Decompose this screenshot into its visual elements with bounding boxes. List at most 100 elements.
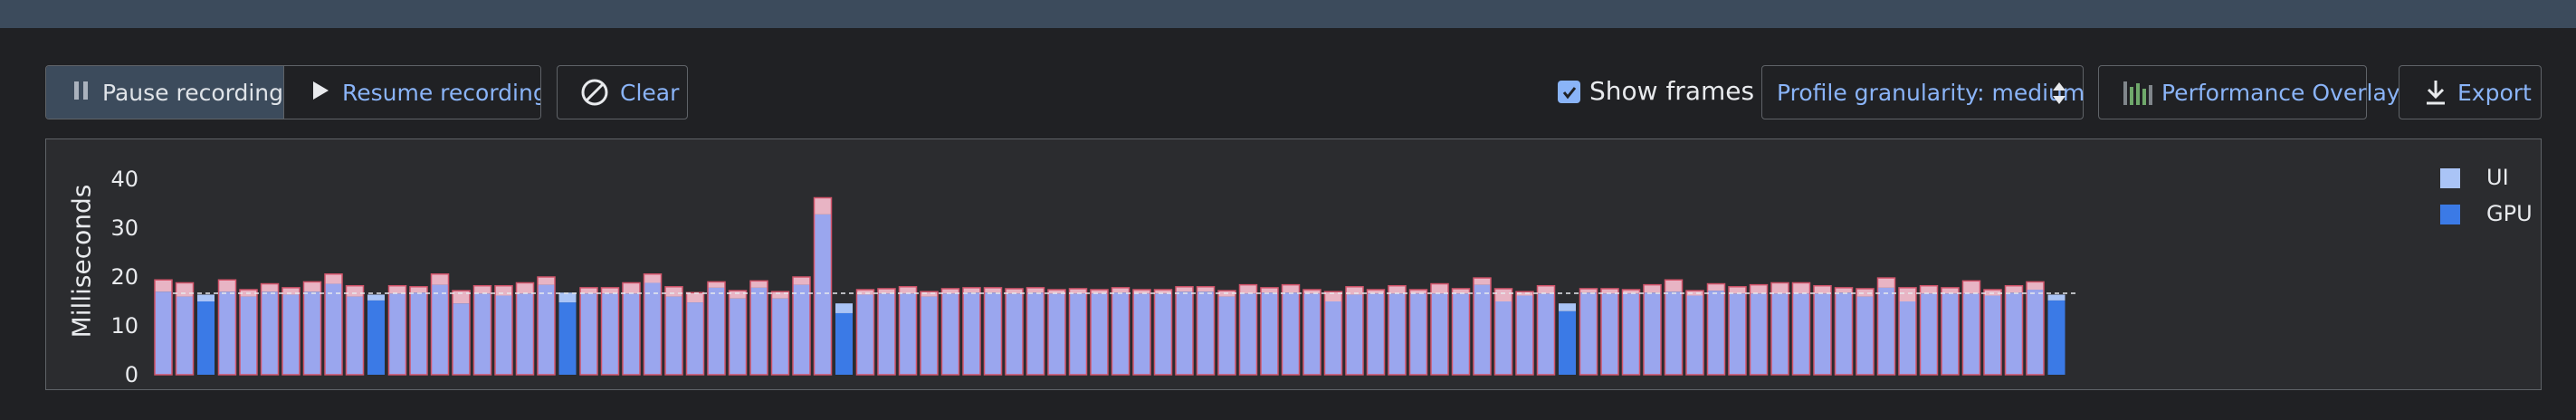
frame-bar[interactable] [260,282,280,376]
frame-bar[interactable] [685,291,705,376]
frame-bar[interactable] [1876,277,1896,376]
frame-bar[interactable] [387,284,407,376]
frame-bar[interactable] [855,289,875,376]
frame-bar[interactable] [367,294,385,375]
frame-bar[interactable] [1430,282,1449,376]
frame-bar[interactable] [2047,294,2066,375]
frame-bar[interactable] [558,292,577,375]
frame-bar[interactable] [770,291,790,376]
frame-bar[interactable] [302,281,322,376]
frame-bar[interactable] [2004,284,2024,376]
frame-bar[interactable] [197,294,215,375]
frame-bar[interactable] [1770,282,1789,376]
frame-bar[interactable] [217,279,237,376]
frame-bar[interactable] [1068,288,1088,376]
frame-bar[interactable] [600,287,620,376]
frame-bar[interactable] [1515,291,1534,376]
performance-overlay-button[interactable]: Performance Overlay [2098,65,2400,119]
frame-bar[interactable] [281,287,301,376]
frame-bar[interactable] [1260,287,1279,376]
frame-bar[interactable] [1749,283,1769,376]
frame-bar[interactable] [1961,280,1981,376]
frame-bar[interactable] [430,273,450,376]
frame-bar[interactable] [1366,289,1386,376]
frame-bar[interactable] [898,286,918,376]
frame-bar[interactable] [877,288,896,376]
resume-recording-button[interactable]: Resume recording [284,66,540,119]
frame-bar[interactable] [1408,289,1428,376]
frame-bar[interactable] [749,280,768,376]
frame-bar[interactable] [622,282,641,376]
frame-bar[interactable] [1493,288,1513,376]
frame-bar[interactable] [537,276,556,376]
frame-bar[interactable] [239,289,258,376]
frame-bar[interactable] [1473,277,1492,376]
frame-bar[interactable] [1238,283,1258,376]
frame-bar[interactable] [1600,288,1619,376]
frame-bar[interactable] [664,286,683,376]
frame-bar[interactable] [940,288,960,376]
frame-bar[interactable] [728,290,748,376]
export-button[interactable]: Export [2399,65,2542,119]
frame-bar[interactable] [643,273,663,376]
frame-bar[interactable] [920,291,939,376]
frame-bar[interactable] [1813,284,1832,376]
frame-bar[interactable] [1026,287,1045,376]
profile-granularity-select[interactable]: Profile granularity: medium [1761,65,2085,119]
frame-bar[interactable] [175,282,195,376]
frame-bar[interactable] [1728,286,1747,376]
frame-bar[interactable] [1047,289,1066,376]
frame-bar[interactable] [813,196,833,376]
frame-bar[interactable] [1388,284,1407,376]
frame-bar[interactable] [1217,290,1236,376]
frame-gpu-segment [197,301,215,375]
frame-bar[interactable] [1111,287,1131,376]
frame-bar[interactable] [835,303,853,375]
frame-bar[interactable] [324,273,343,376]
frame-bar[interactable] [579,287,598,376]
frame-bar[interactable] [1579,288,1598,376]
frame-bar[interactable] [472,284,492,376]
frame-bar[interactable] [792,276,811,376]
frame-bar[interactable] [515,282,535,376]
frame-bar[interactable] [1281,283,1301,376]
frame-bar[interactable] [1791,282,1811,376]
frame-bar[interactable] [1090,289,1109,376]
frame-bar[interactable] [1856,288,1875,376]
frame-bar[interactable] [345,284,365,376]
frame-bar[interactable] [1302,289,1321,376]
frame-bar[interactable] [1005,288,1024,376]
frame-bar[interactable] [154,279,173,376]
frame-bar[interactable] [707,281,726,376]
frame-bar[interactable] [1345,286,1364,376]
frame-bar[interactable] [409,286,428,376]
frame-bar[interactable] [1643,283,1662,376]
frame-bar[interactable] [1323,291,1343,376]
frame-bar[interactable] [452,290,471,376]
frame-bar[interactable] [1919,284,1939,376]
frame-bar[interactable] [1175,286,1194,376]
frame-bar[interactable] [1664,279,1684,376]
frame-bar[interactable] [962,287,981,376]
frame-bar[interactable] [1621,289,1641,376]
frame-bar[interactable] [1983,289,2002,376]
frame-bar[interactable] [1536,284,1556,376]
pause-recording-button[interactable]: Pause recording [46,66,284,119]
frame-bar[interactable] [1685,290,1704,376]
legend-gpu-label: GPU [2486,201,2533,226]
frame-bar[interactable] [1706,282,1726,376]
frame-bar[interactable] [2026,281,2045,376]
clear-button[interactable]: Clear [557,65,688,119]
frame-bar[interactable] [983,287,1003,376]
frame-bar[interactable] [1132,289,1151,376]
show-frames-checkbox[interactable] [1558,81,1580,103]
frame-bar[interactable] [1941,287,1960,376]
frame-bar[interactable] [1559,303,1576,375]
frame-bar[interactable] [1196,286,1216,376]
frame-bar[interactable] [494,284,513,376]
frame-bar[interactable] [1898,287,1917,376]
frame-bar[interactable] [1153,289,1173,376]
frame-bars-chart[interactable] [46,139,2418,389]
frame-bar[interactable] [1451,288,1471,376]
frame-bar[interactable] [1834,287,1854,376]
